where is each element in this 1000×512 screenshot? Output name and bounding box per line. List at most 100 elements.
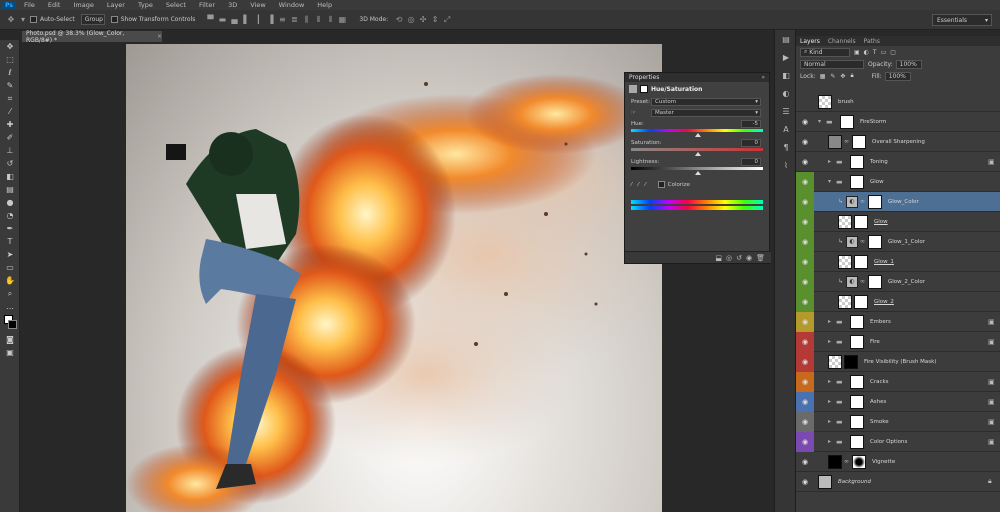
expand-arrow-icon[interactable]: ▸ [828, 338, 836, 345]
menu-file[interactable]: File [24, 1, 35, 9]
layer-row[interactable]: ◉ ↳ ◐ ∞ Glow_2_Color [796, 271, 1000, 292]
layer-row[interactable]: ◉ ▸ ▬ Smoke ▣ [796, 411, 1000, 432]
chain-link-icon[interactable]: ∞ [844, 138, 850, 145]
layer-mask-thumbnail[interactable] [854, 214, 868, 229]
layer-mask-thumbnail[interactable] [850, 174, 864, 189]
collapse-icon[interactable]: » [761, 74, 765, 81]
layer-row[interactable]: ◉ ▾ ▬ FireStorm [796, 112, 1000, 132]
eyedropper-plus-icon[interactable]: ⁄ [638, 182, 639, 188]
paragraph-panel-icon[interactable]: ¶ [775, 138, 797, 156]
lasso-icon[interactable]: ℓ [0, 66, 20, 79]
chevron-down-icon[interactable]: ▾ [18, 15, 28, 25]
lock-pixels-icon[interactable]: ✎ [830, 73, 835, 80]
layer-row[interactable]: ◉ Fire Visibility (Brush Mask) [796, 351, 1000, 372]
healing-icon[interactable]: ✚ [0, 118, 20, 131]
layer-mask-thumbnail[interactable] [850, 314, 864, 329]
auto-select-checkbox[interactable] [30, 16, 37, 23]
menu-view[interactable]: View [250, 1, 265, 9]
visibility-eye-icon[interactable]: ◉ [796, 431, 814, 452]
visibility-eye-icon[interactable]: ◉ [796, 371, 814, 392]
hue-saturation-adjustment-icon[interactable]: ◐ [846, 195, 858, 208]
expand-arrow-icon[interactable]: ▾ [828, 178, 836, 185]
visibility-icon[interactable]: ◉ [746, 254, 752, 262]
3d-drag-icon[interactable]: ✣ [418, 15, 428, 25]
expand-arrow-icon[interactable]: ▸ [828, 398, 836, 405]
document-tab[interactable]: Photo.psd @ 38.3% (Glow_Color, RGB/8#) *… [22, 30, 162, 44]
eraser-icon[interactable]: ◧ [0, 170, 20, 183]
pen-icon[interactable]: ✒ [0, 222, 20, 235]
dodge-icon[interactable]: ◔ [0, 209, 20, 222]
expand-arrow-icon[interactable]: ▾ [818, 118, 826, 125]
layer-thumbnail[interactable] [828, 454, 842, 469]
path-select-icon[interactable]: ➤ [0, 248, 20, 261]
align-top-icon[interactable]: ▀ [205, 15, 215, 25]
distribute-4-icon[interactable]: ⫴ [313, 15, 323, 25]
filter-pixel-icon[interactable]: ▣ [854, 49, 860, 56]
layer-mask-thumbnail[interactable] [852, 134, 866, 149]
hue-slider[interactable] [631, 129, 763, 137]
align-left-icon[interactable]: ▌ [241, 15, 251, 25]
filter-smart-object-icon[interactable]: ▢ [890, 49, 896, 56]
type-icon[interactable]: T [0, 235, 20, 248]
smart-filter-icon[interactable]: ▣ [988, 158, 1000, 166]
lock-position-icon[interactable]: ✥ [840, 73, 845, 80]
auto-select-target-dropdown[interactable]: Group [80, 14, 105, 25]
eyedropper-icon[interactable]: ⁄ [631, 182, 632, 188]
lightness-input[interactable]: 0 [741, 157, 761, 166]
layer-row[interactable]: ◉ Glow_1 [796, 251, 1000, 272]
visibility-eye-icon[interactable]: ◉ [796, 152, 814, 172]
visibility-eye-icon[interactable]: ◉ [796, 191, 814, 212]
menu-select[interactable]: Select [166, 1, 186, 9]
layer-row[interactable]: ◉ Glow [796, 211, 1000, 232]
character-panel-icon[interactable]: A [775, 120, 797, 138]
background-color-swatch[interactable] [8, 320, 17, 329]
smart-filter-icon[interactable]: ▣ [988, 418, 1000, 426]
filter-type-icon[interactable]: T [873, 49, 877, 56]
visibility-eye-icon[interactable]: ◉ [796, 472, 814, 492]
hue-slider-handle[interactable] [695, 133, 701, 137]
saturation-slider-handle[interactable] [695, 152, 701, 156]
color-panel-icon[interactable]: ◧ [775, 66, 797, 84]
visibility-eye-icon[interactable]: ◉ [796, 112, 814, 132]
filter-adjustment-icon[interactable]: ◐ [864, 49, 869, 56]
move-icon[interactable]: ✥ [0, 40, 20, 53]
layer-mask-thumbnail[interactable] [868, 194, 882, 209]
expand-arrow-icon[interactable]: ▸ [828, 158, 836, 165]
move-tool-icon[interactable]: ✥ [6, 15, 16, 25]
layer-mask-thumbnail[interactable] [852, 454, 866, 469]
align-bottom-icon[interactable]: ▄ [229, 15, 239, 25]
layer-row[interactable]: ◉ ▸ ▬ Color Options ▣ [796, 431, 1000, 452]
layer-mask-thumbnail[interactable] [850, 414, 864, 429]
layer-mask-thumbnail[interactable] [850, 394, 864, 409]
tab-paths[interactable]: Paths [864, 38, 880, 45]
3d-slide-icon[interactable]: ⇕ [430, 15, 440, 25]
visibility-eye-icon[interactable]: ◉ [796, 331, 814, 352]
layer-row[interactable]: ◉ ∞ Vignette [796, 452, 1000, 472]
menu-edit[interactable]: Edit [48, 1, 61, 9]
distribute-icon[interactable]: ≡ [277, 15, 287, 25]
properties-panel-icon[interactable]: ☰ [775, 102, 797, 120]
lightness-slider-handle[interactable] [695, 171, 701, 175]
layer-row[interactable]: ◉ ▸ ▬ Toning ▣ [796, 152, 1000, 172]
align-right-icon[interactable]: ▐ [265, 15, 275, 25]
menu-layer[interactable]: Layer [107, 1, 125, 9]
adjustments-panel-icon[interactable]: ◐ [775, 84, 797, 102]
visibility-eye-icon[interactable]: ◉ [796, 311, 814, 332]
marquee-icon[interactable]: ⬚ [0, 53, 20, 66]
visibility-eye-icon[interactable]: ◉ [796, 291, 814, 312]
reset-icon[interactable]: ↺ [736, 254, 742, 262]
layer-mask-thumbnail[interactable] [854, 294, 868, 309]
hand-icon[interactable]: ✋ [0, 274, 20, 287]
layer-mask-thumbnail[interactable] [850, 154, 864, 169]
layer-row[interactable]: ◉ ↳ ◐ ∞ Glow_Color [796, 191, 1000, 212]
chain-link-icon[interactable]: ∞ [860, 198, 866, 205]
eyedropper-minus-icon[interactable]: ⁄ [645, 182, 646, 188]
eyedropper-icon[interactable]: ⁄ [0, 105, 20, 118]
layer-thumbnail[interactable] [838, 254, 852, 269]
preset-dropdown[interactable]: Custom ▾ [651, 97, 761, 106]
layer-row[interactable]: ◉ ▸ ▬ Fire ▣ [796, 331, 1000, 352]
more-tools-icon[interactable]: … [0, 300, 20, 313]
chain-link-icon[interactable]: ∞ [860, 278, 866, 285]
menu-filter[interactable]: Filter [199, 1, 215, 9]
colorize-checkbox[interactable] [657, 181, 665, 188]
